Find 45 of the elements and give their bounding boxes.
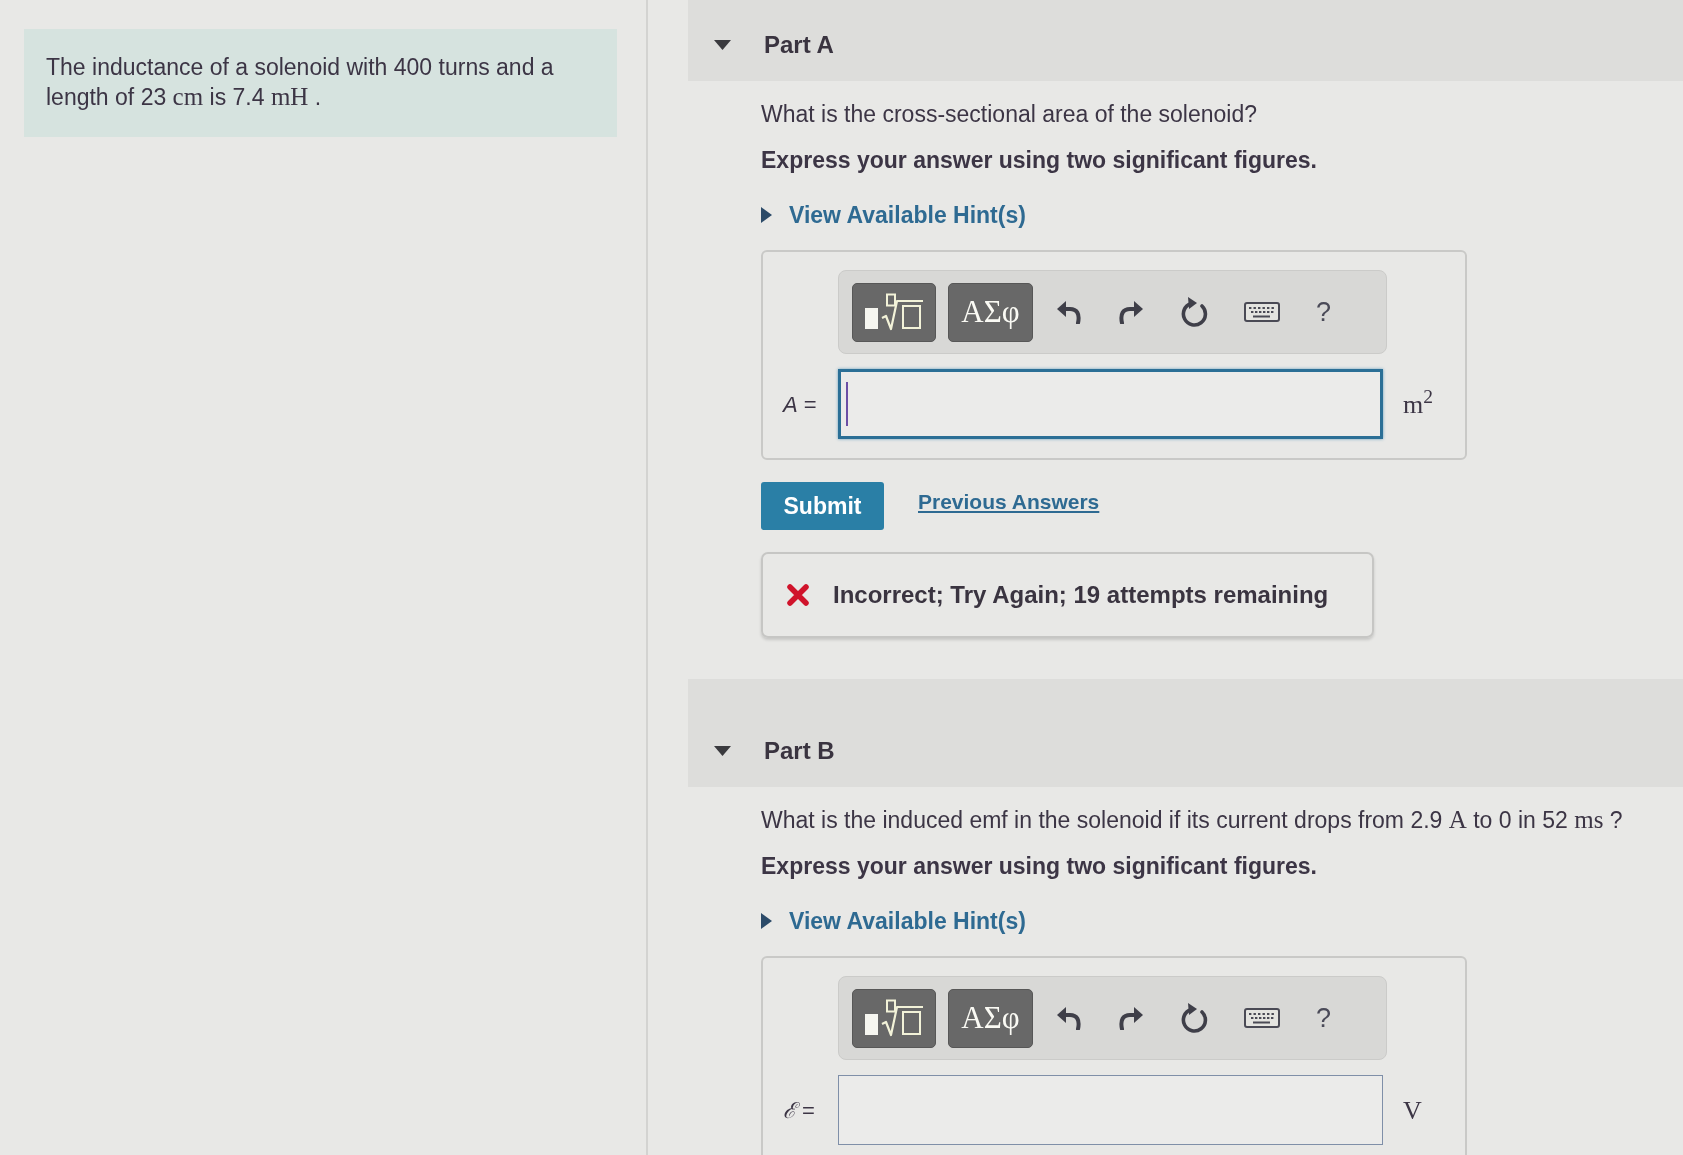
- unit-label: V: [1403, 1094, 1422, 1127]
- feedback-text: Incorrect; Try Again; 19 attempts remaining: [833, 580, 1329, 610]
- keyboard-icon: [1244, 1008, 1280, 1028]
- reset-button[interactable]: [1180, 1003, 1208, 1033]
- undo-button[interactable]: [1056, 1006, 1082, 1030]
- problem-text: The inductance of a solenoid with 400 turns and a length of 23 cm is 7.4 mH .: [46, 53, 555, 112]
- redo-button[interactable]: [1118, 300, 1144, 324]
- redo-icon: [1118, 300, 1144, 324]
- instruction-text: Express your answer using two significant figures.: [761, 852, 1318, 881]
- templates-button[interactable]: [852, 282, 936, 342]
- keyboard-button[interactable]: [1244, 302, 1280, 322]
- keyboard-button[interactable]: [1244, 1008, 1280, 1028]
- part-title: Part B: [764, 737, 835, 765]
- templates-button[interactable]: [852, 988, 936, 1048]
- instruction-text: Express your answer using two significant figures.: [761, 146, 1318, 175]
- previous-answers-link[interactable]: Previous Answers: [918, 486, 1100, 518]
- radical-template-icon: [864, 293, 924, 331]
- variable-label: A =: [783, 390, 818, 419]
- part-header[interactable]: Part B: [688, 679, 1683, 787]
- submit-button[interactable]: Submit: [761, 482, 884, 530]
- answer-field[interactable]: [838, 369, 1383, 439]
- help-button[interactable]: ?: [1316, 1003, 1332, 1033]
- question-text: What is the induced emf in the solenoid if its current drops from 2.9 A to 0 in 52 ms ?: [761, 805, 1624, 835]
- reset-button[interactable]: [1180, 297, 1208, 327]
- help-button[interactable]: ?: [1316, 297, 1332, 327]
- text-cursor: [846, 382, 848, 426]
- reset-icon: [1180, 1003, 1208, 1033]
- part-header[interactable]: Part A: [688, 0, 1683, 81]
- hint-link[interactable]: View Available Hint(s): [761, 200, 1026, 230]
- radical-template-icon: [864, 999, 924, 1037]
- symbols-button[interactable]: ΑΣφ: [948, 988, 1033, 1048]
- undo-icon: [1056, 1006, 1082, 1030]
- hint-link[interactable]: View Available Hint(s): [761, 906, 1026, 936]
- variable-label: ℰ =: [783, 1096, 816, 1125]
- undo-button[interactable]: [1056, 300, 1082, 324]
- undo-icon: [1056, 300, 1082, 324]
- part-title: Part A: [764, 31, 834, 59]
- reset-icon: [1180, 297, 1208, 327]
- unit-label: m$^{2}$: [1403, 384, 1433, 421]
- redo-icon: [1118, 1006, 1144, 1030]
- question-text: What is the cross-sectional area of the solenoid?: [761, 100, 1259, 129]
- symbols-button[interactable]: ΑΣφ: [948, 282, 1033, 342]
- answer-field[interactable]: [838, 1075, 1383, 1145]
- keyboard-icon: [1244, 302, 1280, 322]
- redo-button[interactable]: [1118, 1006, 1144, 1030]
